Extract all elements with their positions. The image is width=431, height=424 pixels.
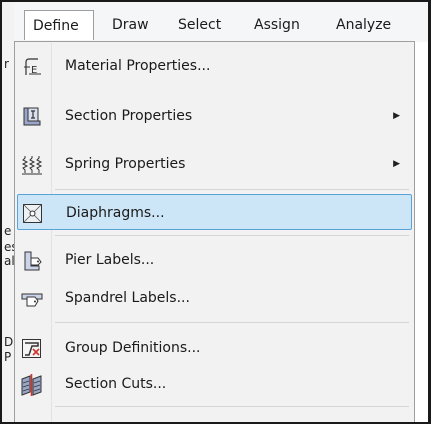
menu-bar: Define Draw Select Assign Analyze [14, 2, 428, 42]
material-properties-icon: E [21, 56, 43, 76]
menu-item-label: Diaphragms... [66, 205, 165, 221]
menu-item-label: Pier Labels... [65, 252, 155, 268]
menu-item-label: Material Properties... [65, 58, 211, 74]
menu-item-label: Section Properties [65, 108, 193, 124]
pier-labels-icon [21, 250, 43, 271]
menu-item-spring-properties[interactable]: Spring Properties ▶ [17, 146, 412, 182]
submenu-arrow-icon: ▶ [393, 111, 400, 121]
background-text: D [4, 335, 14, 349]
menu-item-spandrel-labels[interactable]: Spandrel Labels... [17, 280, 412, 316]
section-properties-icon [21, 106, 43, 126]
menu-item-group-definitions[interactable]: Group Definitions... [17, 330, 412, 366]
menu-separator [55, 189, 409, 190]
menu-separator [55, 322, 409, 323]
menu-item-material-properties[interactable]: E Material Properties... [17, 48, 412, 84]
menu-item-section-cuts[interactable]: Section Cuts... [17, 366, 412, 402]
spring-properties-icon [21, 154, 43, 175]
define-dropdown-menu: E Material Properties... Section Propert… [14, 41, 415, 424]
background-text: P [4, 350, 12, 364]
menu-draw[interactable]: Draw [112, 10, 149, 40]
menu-item-label: Group Definitions... [65, 340, 201, 356]
menu-item-label: Spandrel Labels... [65, 290, 190, 306]
menu-analyze[interactable]: Analyze [336, 10, 391, 40]
menu-item-pier-labels[interactable]: Pier Labels... [17, 242, 412, 278]
background-text: e [4, 224, 12, 238]
group-definitions-icon [21, 338, 43, 358]
submenu-arrow-icon: ▶ [393, 159, 400, 169]
diaphragms-icon [22, 203, 44, 223]
menu-assign[interactable]: Assign [254, 10, 300, 40]
menu-item-section-properties[interactable]: Section Properties ▶ [17, 98, 412, 134]
menu-separator [55, 235, 409, 236]
menu-define[interactable]: Define [24, 10, 94, 40]
background-text: r [4, 57, 9, 71]
menu-item-label: Section Cuts... [65, 376, 167, 392]
menu-separator [55, 406, 409, 407]
section-cuts-icon [21, 374, 43, 396]
spandrel-labels-icon [21, 288, 43, 308]
menu-item-label: Spring Properties [65, 156, 186, 172]
menu-select[interactable]: Select [178, 10, 221, 40]
menu-item-diaphragms[interactable]: Diaphragms... [17, 194, 412, 230]
